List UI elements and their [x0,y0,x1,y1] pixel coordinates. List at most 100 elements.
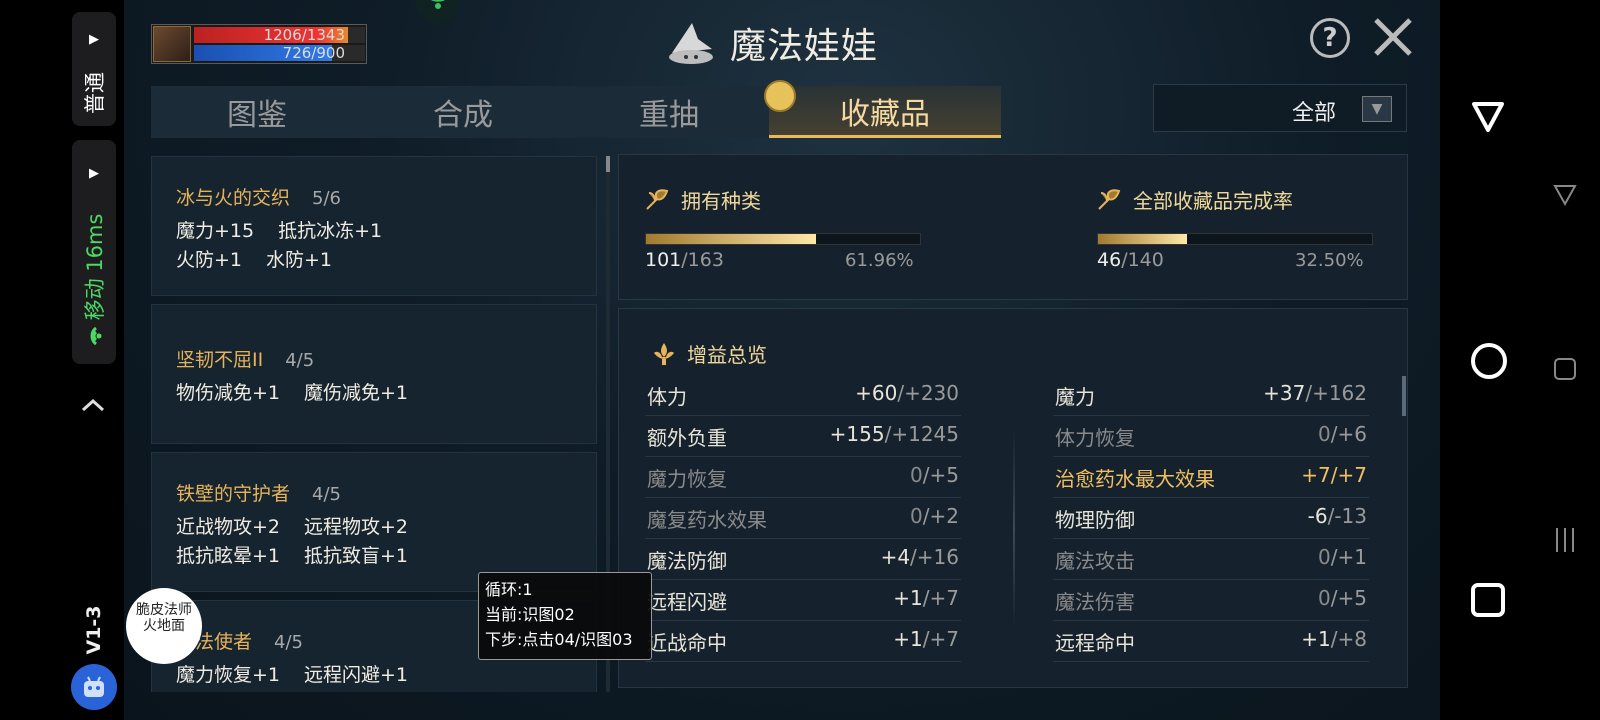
automation-tooltip: 循环:1 当前:识图02 下步:点击04/识图03 [478,572,652,660]
buff-label: 治愈药水最大效果 [1055,467,1215,491]
effect: 远程闪避+1 [304,664,409,686]
effect: 水防+1 [266,249,333,271]
buff-row: 魔法防御 +4/+16 [645,539,961,580]
buff-value: +1/+7 [893,627,959,651]
tab-redraw[interactable]: 重抽 [563,86,775,138]
help-button[interactable]: ? [1310,18,1350,58]
script-bubble[interactable]: 脆皮法师火地面 [126,588,202,664]
collection-card[interactable]: 铁壁的守护者 4/5 近战物攻+2 远程物攻+2 抵抗眩晕+1 抵抗致盲+1 [151,452,597,592]
buff-heading: 增益总览 [651,339,767,368]
collection-count: 4/5 [285,350,315,371]
dropdown-arrow-icon[interactable]: ▼ [1362,96,1392,122]
leaf-icon [1098,188,1121,210]
collection-card[interactable]: 冰与火的交织 5/6 魔力+15 抵抗冰冻+1 火防+1 水防+1 [151,156,597,296]
tab-collectibles[interactable]: 收藏品 [769,86,1001,138]
buff-current: +60 [855,381,898,405]
buff-label: 体力恢复 [1055,426,1135,450]
overlay-left-strip: ▶ 普通 ▶ 移动 16ms V1-3 [0,0,124,720]
completion-fill [1098,234,1188,244]
effect: 近战物攻+2 [176,516,281,538]
buff-value: +1/+8 [1301,627,1367,651]
buff-value: 0/+6 [1318,422,1367,446]
buff-max: /+1245 [884,422,959,446]
game-window: 1206/1343 726/900 魔法娃娃 ? 图鉴 合成 重抽 收藏品 全部… [124,0,1440,720]
buff-max: /+230 [897,381,959,405]
buff-panel: 增益总览 体力 +60/+230 额外负重 +155/+1245 魔力恢复 0/+5 魔复药… [618,308,1408,688]
recents-icon[interactable] [1470,582,1506,618]
buff-row: 物理防御 -6/-13 [1053,498,1369,539]
buff-current: 0 [910,504,923,528]
buff-label: 额外负重 [647,426,727,450]
buff-max: /+5 [922,463,959,487]
buff-row: 治愈药水最大效果 +7/+7 [1053,457,1369,498]
title-bar: 魔法娃娃 [664,18,878,68]
effect: 魔力恢复+1 [176,664,281,686]
player-avatar [153,26,191,62]
buff-row: 近战命中 +1/+7 [645,621,961,662]
back-icon[interactable] [1552,182,1578,208]
buff-label: 魔力 [1055,385,1095,409]
buff-max: /+7 [922,627,959,651]
buff-current: +1 [893,586,923,610]
effect: 抵抗眩晕+1 [176,545,281,567]
home-icon[interactable] [1470,342,1508,380]
buff-current: +37 [1263,381,1306,405]
buff-scrollbar[interactable] [1402,376,1406,416]
buff-label: 魔法防御 [647,549,727,573]
buff-max: /+16 [910,545,959,569]
buff-label: 远程闪避 [647,590,727,614]
recents-icon[interactable] [1552,356,1578,382]
buff-max: /+6 [1330,422,1367,446]
collection-card[interactable]: 坚韧不屈II 4/5 物伤减免+1 魔伤减免+1 [151,304,597,444]
buff-value: 0/+5 [910,463,959,487]
scroll-thumb[interactable] [606,156,610,172]
chevron-up-icon[interactable] [78,394,108,419]
back-icon[interactable] [1470,100,1506,136]
close-button[interactable] [1370,14,1416,60]
play-arrow-icon: ▶ [89,166,99,181]
owned-total: /163 [681,249,724,271]
tab-codex[interactable]: 图鉴 [151,86,363,138]
android-icon[interactable] [71,664,117,710]
buff-row: 魔力恢复 0/+5 [645,457,961,498]
buff-row: 魔法攻击 0/+1 [1053,539,1369,580]
buff-row: 魔法伤害 0/+5 [1053,580,1369,621]
column-divider [1013,429,1015,629]
buff-max: /-13 [1327,504,1367,528]
collection-count: 5/6 [312,188,341,209]
effect: 火防+1 [176,249,243,271]
play-arrow-icon: ▶ [89,32,99,47]
collection-name: 坚韧不屈II [176,349,264,371]
collection-count: 4/5 [274,632,303,653]
effect: 物伤减免+1 [176,382,281,404]
buff-label: 远程命中 [1055,631,1135,655]
effect: 抵抗致盲+1 [304,545,409,567]
owned-heading: 拥有种类 [643,185,761,214]
network-toggle[interactable]: ▶ 移动 16ms [72,140,116,364]
buff-label: 魔力恢复 [647,467,727,491]
buff-current: 0 [910,463,923,487]
buff-current: -6 [1307,504,1328,528]
buff-value: +60/+230 [855,381,959,405]
buff-row: 体力 +60/+230 [645,375,961,416]
mode-toggle[interactable]: ▶ 普通 [72,12,116,126]
completion-count: 46/140 [1097,249,1164,271]
tooltip-loop: 循环:1 [485,580,533,599]
menu-lines-icon[interactable] [1552,526,1578,554]
buff-current: +1 [1301,627,1331,651]
signal-icon [90,326,102,346]
collection-name: 冰与火的交织 [176,187,291,209]
buff-label: 物理防御 [1055,508,1135,532]
buff-row: 魔复药水效果 0/+2 [645,498,961,539]
buff-label: 魔法伤害 [1055,590,1135,614]
buff-value: +37/+162 [1263,381,1367,405]
buff-max: /+1 [1330,545,1367,569]
mp-value: 726/900 [282,44,345,62]
completion-have: 46 [1097,249,1122,271]
tab-synthesis[interactable]: 合成 [357,86,569,138]
buff-title: 增益总览 [687,343,767,367]
buff-current: +1 [893,627,923,651]
owned-label: 拥有种类 [681,189,761,213]
owned-fill [646,234,816,244]
buff-current: +7 [1301,463,1331,487]
